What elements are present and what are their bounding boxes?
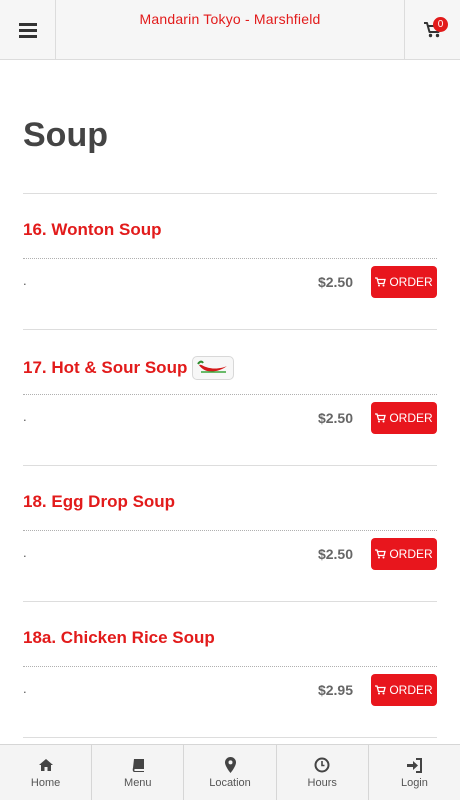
sign-in-icon (406, 756, 423, 774)
menu-item: 18a. Chicken Rice Soup . $2.95 ORDER (23, 602, 437, 738)
item-description: . (23, 545, 27, 560)
item-price: $2.50 (317, 546, 353, 562)
menu-item: 18. Egg Drop Soup . $2.50 ORDER (23, 466, 437, 602)
nav-login[interactable]: Login (369, 745, 460, 800)
nav-label: Menu (124, 777, 152, 789)
map-marker-icon (224, 756, 236, 774)
dotted-divider (23, 530, 437, 531)
item-price: $2.95 (317, 682, 353, 698)
item-description: . (23, 273, 27, 288)
nav-label: Login (400, 777, 428, 789)
item-name[interactable]: 16. Wonton Soup (23, 220, 162, 240)
order-label: ORDER (389, 547, 433, 561)
order-button[interactable]: ORDER (371, 538, 437, 570)
cart-button[interactable]: 0 (404, 0, 460, 60)
order-button[interactable]: ORDER (371, 402, 437, 434)
clock-icon (314, 756, 330, 774)
order-label: ORDER (389, 683, 433, 697)
cart-icon (375, 549, 387, 559)
section-title: Soup (23, 116, 108, 154)
dotted-divider (23, 666, 437, 667)
order-label: ORDER (389, 411, 433, 425)
nav-menu[interactable]: Menu (92, 745, 185, 800)
item-price: $2.50 (317, 274, 353, 290)
dotted-divider (23, 258, 437, 259)
item-price: $2.50 (317, 410, 353, 426)
nav-location[interactable]: Location (184, 745, 277, 800)
spicy-chili-icon (192, 356, 235, 380)
cart-icon (375, 685, 387, 695)
order-label: ORDER (389, 275, 433, 289)
nav-hours[interactable]: Hours (277, 745, 369, 800)
order-button[interactable]: ORDER (371, 674, 437, 706)
cart-icon (375, 277, 387, 287)
book-icon (131, 756, 145, 774)
order-button[interactable]: ORDER (371, 266, 437, 298)
app-title: Mandarin Tokyo - Marshfield (139, 11, 321, 27)
nav-label: Home (30, 777, 61, 789)
nav-label: Hours (307, 777, 337, 789)
bottom-navigation: Home Menu Location Hours Login (0, 744, 460, 800)
item-name[interactable]: 17. Hot & Sour Soup (23, 356, 235, 380)
hamburger-menu-button[interactable] (0, 0, 56, 60)
nav-label: Location (209, 777, 251, 789)
dotted-divider (23, 394, 437, 395)
hamburger-icon (18, 22, 37, 38)
menu-item: 16. Wonton Soup . $2.50 ORDER (23, 194, 437, 330)
menu-content: Soup 16. Wonton Soup . $2.50 ORDER 17. H… (23, 61, 437, 738)
menu-item: 17. Hot & Sour Soup . $2.50 ORDER (23, 330, 437, 466)
top-bar: Mandarin Tokyo - Marshfield 0 (0, 0, 460, 60)
item-name[interactable]: 18. Egg Drop Soup (23, 492, 175, 512)
cart-icon (375, 413, 387, 423)
item-description: . (23, 409, 27, 424)
item-description: . (23, 681, 27, 696)
home-icon (38, 756, 54, 774)
item-name[interactable]: 18a. Chicken Rice Soup (23, 628, 215, 648)
cart-count-badge: 0 (433, 17, 448, 32)
nav-home[interactable]: Home (0, 745, 93, 800)
